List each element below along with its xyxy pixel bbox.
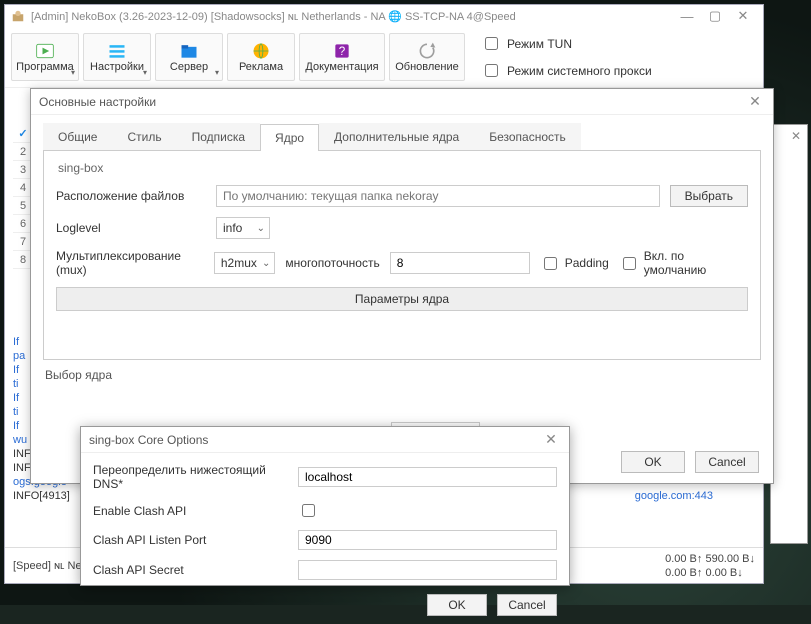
background-window: ✕ [770,124,808,544]
enable-clash-label: Enable Clash API [93,504,288,518]
loglevel-label: Loglevel [56,221,206,235]
minimize-button[interactable]: — [673,9,701,24]
globe-icon [251,41,271,59]
loglevel-select[interactable]: info [216,217,270,239]
clash-secret-label: Clash API Secret [93,563,288,577]
mux-label: Мультиплексирование (mux) [56,249,204,277]
play-icon [35,41,55,59]
toolbar-docs[interactable]: ? Документация [299,33,385,81]
choose-core-label: Выбор ядра [45,368,759,382]
close-icon[interactable]: ✕ [791,129,801,143]
tab-core[interactable]: Ядро [260,124,319,151]
titlebar: [Admin] NekoBox (3.26-2023-12-09) [Shado… [5,5,763,27]
question-icon: ? [332,41,352,59]
dialog-title: Основные настройки [39,95,156,109]
status-traffic-2: 0.00 B↑ 0.00 B↓ [665,566,755,580]
section-singbox: sing-box [58,161,748,175]
window-title: [Admin] NekoBox (3.26-2023-12-09) [Shado… [31,10,516,23]
files-location-input[interactable] [216,185,660,207]
svg-text:?: ? [339,45,346,58]
status-speed: [Speed] ɴʟ Net [13,560,85,572]
close-icon[interactable]: ✕ [541,431,561,448]
clash-port-label: Clash API Listen Port [93,533,288,547]
system-proxy-checkbox[interactable]: Режим системного прокси [481,61,652,80]
basic-settings-dialog: Основные настройки ✕ Общие Стиль Подписк… [30,88,774,484]
status-traffic-1: 0.00 B↑ 590.00 B↓ [665,552,755,566]
folder-icon [179,41,199,59]
main-toolbar: Программа▾ Настройки▾ Сервер▾ Реклама ? … [5,27,763,88]
toolbar-ads[interactable]: Реклама [227,33,295,81]
close-icon[interactable]: ✕ [745,93,765,110]
cancel-button[interactable]: Cancel [695,451,759,473]
core-params-button[interactable]: Параметры ядра [56,287,748,311]
cancel-button[interactable]: Cancel [497,594,557,616]
tab-extra-cores[interactable]: Дополнительные ядра [319,123,474,150]
maximize-button[interactable]: ▢ [701,8,729,24]
default-on-checkbox[interactable]: Вкл. по умолчанию [619,249,748,277]
dns-override-label: Переопределить нижестоящий DNS* [93,463,288,491]
toolbar-program[interactable]: Программа▾ [11,33,79,81]
files-location-label: Расположение файлов [56,189,206,203]
clash-port-input[interactable] [298,530,557,550]
tab-subscription[interactable]: Подписка [177,123,260,150]
clash-secret-input[interactable] [298,560,557,580]
refresh-icon [417,41,437,59]
mux-select[interactable]: h2mux [214,252,276,274]
toolbar-settings[interactable]: Настройки▾ [83,33,151,81]
padding-checkbox[interactable]: Padding [540,254,609,273]
dns-override-input[interactable] [298,467,557,487]
dialog-title: sing-box Core Options [89,433,208,447]
ok-button[interactable]: OK [621,451,685,473]
close-button[interactable]: ✕ [729,8,757,24]
tun-mode-checkbox[interactable]: Режим TUN [481,34,652,53]
singbox-core-options-dialog: sing-box Core Options ✕ Переопределить н… [80,426,570,586]
tab-style[interactable]: Стиль [112,123,176,150]
ok-button[interactable]: OK [427,594,487,616]
enable-clash-checkbox[interactable] [302,504,315,517]
sliders-icon [107,41,127,59]
app-icon [11,9,25,23]
tab-security[interactable]: Безопасность [474,123,581,150]
threads-label: многопоточность [285,256,379,270]
tab-general[interactable]: Общие [43,123,112,150]
settings-tabs: Общие Стиль Подписка Ядро Дополнительные… [31,115,773,150]
toolbar-server[interactable]: Сервер▾ [155,33,223,81]
choose-button[interactable]: Выбрать [670,185,748,207]
toolbar-update[interactable]: Обновление [389,33,465,81]
threads-input[interactable] [390,252,530,274]
